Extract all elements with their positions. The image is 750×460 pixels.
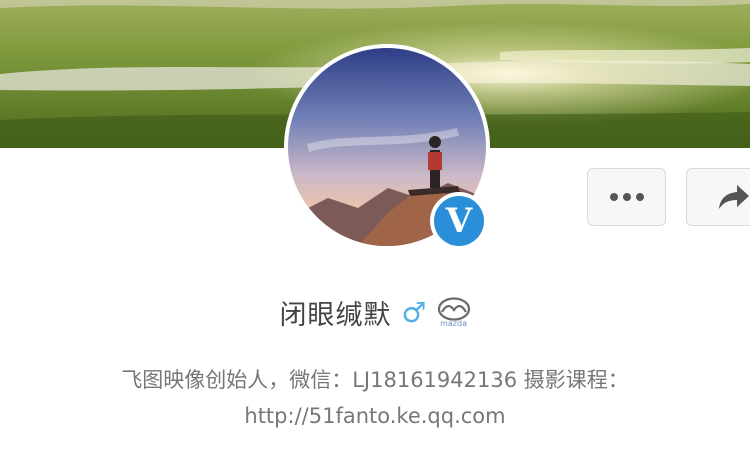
mazda-brand-badge[interactable]: mazda — [437, 296, 471, 328]
profile-bio: 飞图映像创始人，微信：LJ18161942136 摄影课程： http://51… — [60, 362, 690, 434]
mazda-logo-icon — [437, 296, 470, 321]
more-dots-icon — [609, 193, 644, 201]
bio-link[interactable]: http://51fanto.ke.qq.com — [60, 398, 690, 434]
brand-badge-label: mazda — [440, 318, 467, 328]
verified-badge: V — [430, 192, 488, 250]
verified-icon: V — [434, 196, 484, 246]
share-button[interactable] — [686, 168, 750, 226]
profile-avatar[interactable]: V — [284, 44, 490, 250]
share-arrow-icon — [719, 185, 749, 209]
male-gender-icon: ♂ — [401, 295, 427, 329]
profile-name: 闭眼缄默 — [279, 299, 392, 331]
profile-name-row: 闭眼缄默 ♂ mazda — [0, 290, 750, 334]
more-button[interactable] — [587, 168, 666, 226]
bio-line-1: 飞图映像创始人，微信：LJ18161942136 摄影课程： — [121, 368, 629, 392]
